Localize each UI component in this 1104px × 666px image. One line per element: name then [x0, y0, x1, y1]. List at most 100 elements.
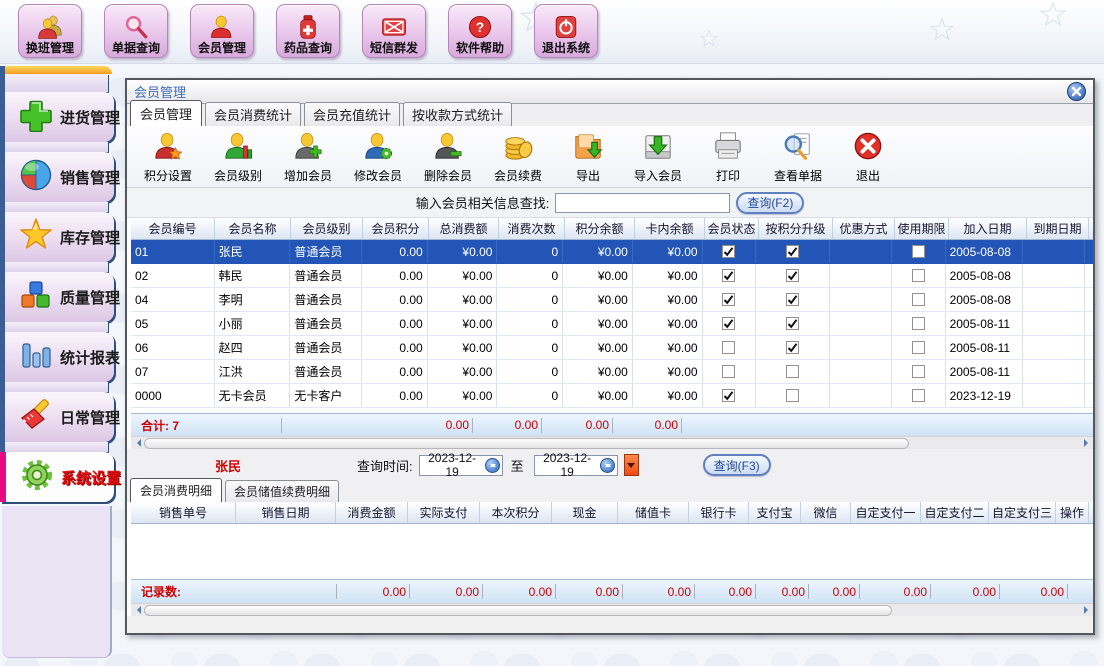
date-to-field[interactable]: 2023-12-19 [534, 455, 618, 476]
column-header-银行卡[interactable]: 银行卡 [689, 502, 749, 523]
checkbox-checked[interactable] [786, 269, 799, 282]
scroll-left-icon[interactable] [131, 604, 144, 617]
toolbar-button-导入会员[interactable]: 导入会员 [625, 127, 691, 187]
date-dropdown-button[interactable] [624, 454, 639, 476]
members-hscroll-thumb[interactable] [144, 438, 909, 449]
checkbox-unchecked[interactable] [786, 389, 799, 402]
column-header-会员级别[interactable]: 会员级别 [291, 218, 363, 239]
checkbox-checked[interactable] [786, 293, 799, 306]
toolbar-button-删除会员[interactable]: 删除会员 [415, 127, 481, 187]
column-header-消费金额[interactable]: 消费金额 [336, 502, 408, 523]
sidebar-item-进货管理[interactable]: 进货管理 [0, 92, 114, 142]
column-header-储值卡[interactable]: 储值卡 [618, 502, 689, 523]
column-header-卡内余额[interactable]: 卡内余额 [635, 218, 705, 239]
toolbar-button-会员续费[interactable]: 会员续费 [485, 127, 551, 187]
column-header-本次积分[interactable]: 本次积分 [480, 502, 552, 523]
checkbox-unchecked[interactable] [722, 365, 735, 378]
tab-会员充值统计[interactable]: 会员充值统计 [304, 102, 400, 126]
member-row[interactable]: 01张民普通会员0.00¥0.000¥0.00¥0.002005-08-08 [131, 240, 1093, 264]
column-header-加入日期[interactable]: 加入日期 [949, 218, 1027, 239]
detail-tab-会员储值续费明细[interactable]: 会员储值续费明细 [225, 480, 339, 502]
column-header-自定支付三[interactable]: 自定支付三 [989, 502, 1056, 523]
checkbox-checked[interactable] [786, 245, 799, 258]
column-header-会员状态[interactable]: 会员状态 [705, 218, 759, 239]
toolbar-button-会员级别[interactable]: 会员级别 [205, 127, 271, 187]
top-toolbar-button-软件帮助[interactable]: ?软件帮助 [448, 4, 512, 58]
checkbox-unchecked[interactable] [912, 365, 925, 378]
member-row[interactable]: 05小丽普通会员0.00¥0.000¥0.00¥0.002005-08-11 [131, 312, 1093, 336]
column-header-微信[interactable]: 微信 [801, 502, 851, 523]
column-header-积分余额[interactable]: 积分余额 [565, 218, 635, 239]
checkbox-checked[interactable] [722, 317, 735, 330]
member-row[interactable]: 04李明普通会员0.00¥0.000¥0.00¥0.002005-08-08 [131, 288, 1093, 312]
column-header-消费次数[interactable]: 消费次数 [499, 218, 565, 239]
date-from-spinner-icon[interactable] [485, 458, 500, 473]
checkbox-checked[interactable] [722, 269, 735, 282]
toolbar-button-查看单据[interactable]: 查看单据 [765, 127, 831, 187]
close-icon[interactable] [1067, 82, 1086, 101]
toolbar-button-修改会员[interactable]: 修改会员 [345, 127, 411, 187]
member-row[interactable]: 06赵四普通会员0.00¥0.000¥0.00¥0.002005-08-11 [131, 336, 1093, 360]
sidebar-item-销售管理[interactable]: 销售管理 [0, 152, 114, 202]
column-header-实际支付[interactable]: 实际支付 [408, 502, 480, 523]
checkbox-unchecked[interactable] [786, 365, 799, 378]
checkbox-checked[interactable] [722, 389, 735, 402]
sidebar-item-统计报表[interactable]: 统计报表 [0, 332, 114, 382]
column-header-操作[interactable]: 操作 [1056, 502, 1089, 523]
checkbox-unchecked[interactable] [912, 245, 925, 258]
top-toolbar-button-单据查询[interactable]: 单据查询 [104, 4, 168, 58]
scroll-right-icon[interactable] [1080, 437, 1093, 450]
top-toolbar-button-换班管理[interactable]: 换班管理 [18, 4, 82, 58]
checkbox-unchecked[interactable] [912, 269, 925, 282]
toolbar-button-导出[interactable]: 导出 [555, 127, 621, 187]
sidebar-item-系统设置[interactable]: 系统设置 [0, 452, 114, 502]
toolbar-button-打印[interactable]: 打印 [695, 127, 761, 187]
top-toolbar-button-短信群发[interactable]: 短信群发 [362, 4, 426, 58]
date-from-field[interactable]: 2023-12-19 [419, 455, 503, 476]
column-header-按积分升级[interactable]: 按积分升级 [759, 218, 833, 239]
checkbox-unchecked[interactable] [722, 341, 735, 354]
checkbox-unchecked[interactable] [912, 317, 925, 330]
checkbox-checked[interactable] [786, 317, 799, 330]
member-row[interactable]: 02韩民普通会员0.00¥0.000¥0.00¥0.002005-08-08 [131, 264, 1093, 288]
checkbox-unchecked[interactable] [912, 341, 925, 354]
checkbox-unchecked[interactable] [912, 389, 925, 402]
tab-会员消费统计[interactable]: 会员消费统计 [205, 102, 301, 126]
sidebar-item-日常管理[interactable]: 日常管理 [0, 392, 114, 442]
checkbox-checked[interactable] [722, 293, 735, 306]
scroll-left-icon[interactable] [131, 437, 144, 450]
column-header-到期日期[interactable]: 到期日期 [1027, 218, 1089, 239]
sidebar-item-质量管理[interactable]: 质量管理 [0, 272, 114, 322]
column-header-会员名称[interactable]: 会员名称 [215, 218, 291, 239]
column-header-优惠方式[interactable]: 优惠方式 [833, 218, 895, 239]
query-f3-button[interactable]: 查询(F3) [703, 454, 771, 476]
checkbox-checked[interactable] [722, 245, 735, 258]
detail-tab-会员消费明细[interactable]: 会员消费明细 [130, 478, 222, 502]
sidebar-item-库存管理[interactable]: 库存管理 [0, 212, 114, 262]
column-header-支付宝[interactable]: 支付宝 [749, 502, 801, 523]
column-header-现金[interactable]: 现金 [552, 502, 618, 523]
top-toolbar-button-会员管理[interactable]: 会员管理 [190, 4, 254, 58]
column-header-会员积分[interactable]: 会员积分 [363, 218, 429, 239]
tab-按收款方式统计[interactable]: 按收款方式统计 [403, 102, 512, 126]
toolbar-button-积分设置[interactable]: 积分设置 [135, 127, 201, 187]
top-toolbar-button-退出系统[interactable]: 退出系统 [534, 4, 598, 58]
column-header-销售单号[interactable]: 销售单号 [131, 502, 236, 523]
detail-hscroll-thumb[interactable] [144, 605, 892, 616]
query-f2-button[interactable]: 查询(F2) [736, 192, 804, 214]
column-header-会员编号[interactable]: 会员编号 [131, 218, 215, 239]
scroll-right-icon[interactable] [1080, 604, 1093, 617]
toolbar-button-退出[interactable]: 退出 [835, 127, 901, 187]
date-to-spinner-icon[interactable] [600, 458, 615, 473]
checkbox-unchecked[interactable] [912, 293, 925, 306]
tab-会员管理[interactable]: 会员管理 [130, 100, 202, 126]
top-toolbar-button-药品查询[interactable]: 药品查询 [276, 4, 340, 58]
column-header-自定支付二[interactable]: 自定支付二 [921, 502, 989, 523]
column-header-使用期限[interactable]: 使用期限 [895, 218, 949, 239]
checkbox-checked[interactable] [786, 341, 799, 354]
column-header-自定支付一[interactable]: 自定支付一 [851, 502, 921, 523]
toolbar-button-增加会员[interactable]: 增加会员 [275, 127, 341, 187]
column-header-销售日期[interactable]: 销售日期 [236, 502, 336, 523]
member-row[interactable]: 0000无卡会员无卡客户0.00¥0.000¥0.00¥0.002023-12-… [131, 384, 1093, 408]
member-row[interactable]: 07江洪普通会员0.00¥0.000¥0.00¥0.002005-08-11 [131, 360, 1093, 384]
